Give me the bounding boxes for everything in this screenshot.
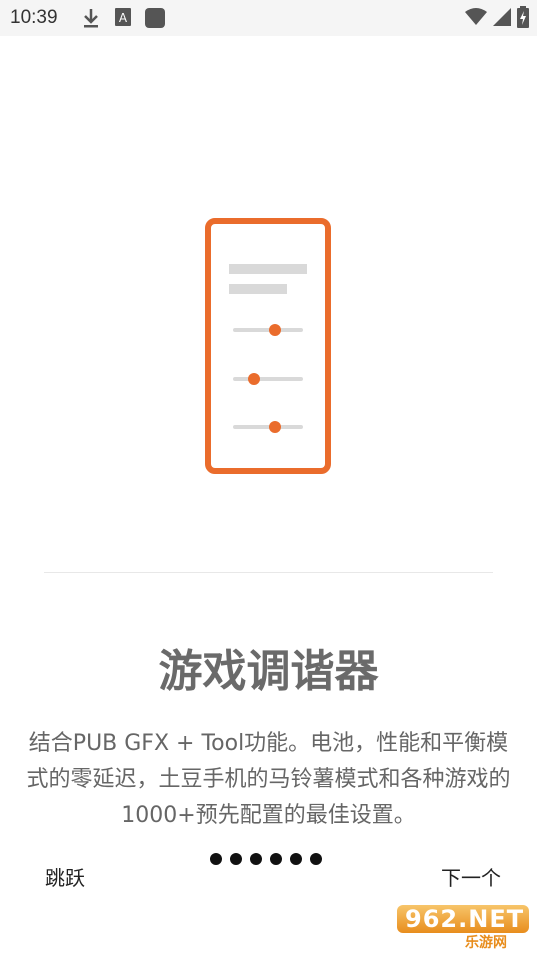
status-time: 10:39 [10,7,58,28]
skip-button[interactable]: 跳跃 [45,862,85,891]
page-dot [270,853,282,865]
page-title: 游戏调谐器 [158,646,379,697]
page-description: 结合PUB GFX + Tool功能。电池，性能和平衡模式的零延迟，土豆手机的马… [26,731,511,828]
page-dot [310,853,322,865]
illustration-slider-track [233,425,303,429]
next-button[interactable]: 下一个 [441,862,501,891]
status-bar: 10:39 A [0,0,537,36]
illustration-slider-knob [248,373,260,385]
illustration-slider-track [233,377,303,381]
watermark-logo: 962.NET 乐游网 [397,903,529,951]
svg-text:A: A [119,11,128,25]
app-square-icon [144,7,166,33]
illustration-slider-track [233,328,303,332]
page-dot [290,853,302,865]
signal-icon [493,8,511,30]
page-dot [230,853,242,865]
watermark-sub: 乐游网 [465,935,507,951]
illustration-slider-knob [269,421,281,433]
illustration-text-line [229,264,307,274]
font-a-icon: A [114,7,132,31]
settings-phone-illustration [205,218,331,474]
illustration-text-line [229,284,287,294]
page-indicator [210,853,322,865]
illustration-slider-knob [269,324,281,336]
battery-icon [517,6,529,32]
download-icon [82,7,100,33]
page-dot [210,853,222,865]
divider [44,572,493,573]
watermark-suffix: .NET [458,905,525,933]
page-dot [250,853,262,865]
wifi-icon [465,8,487,30]
watermark-brand: 962 [405,905,459,933]
